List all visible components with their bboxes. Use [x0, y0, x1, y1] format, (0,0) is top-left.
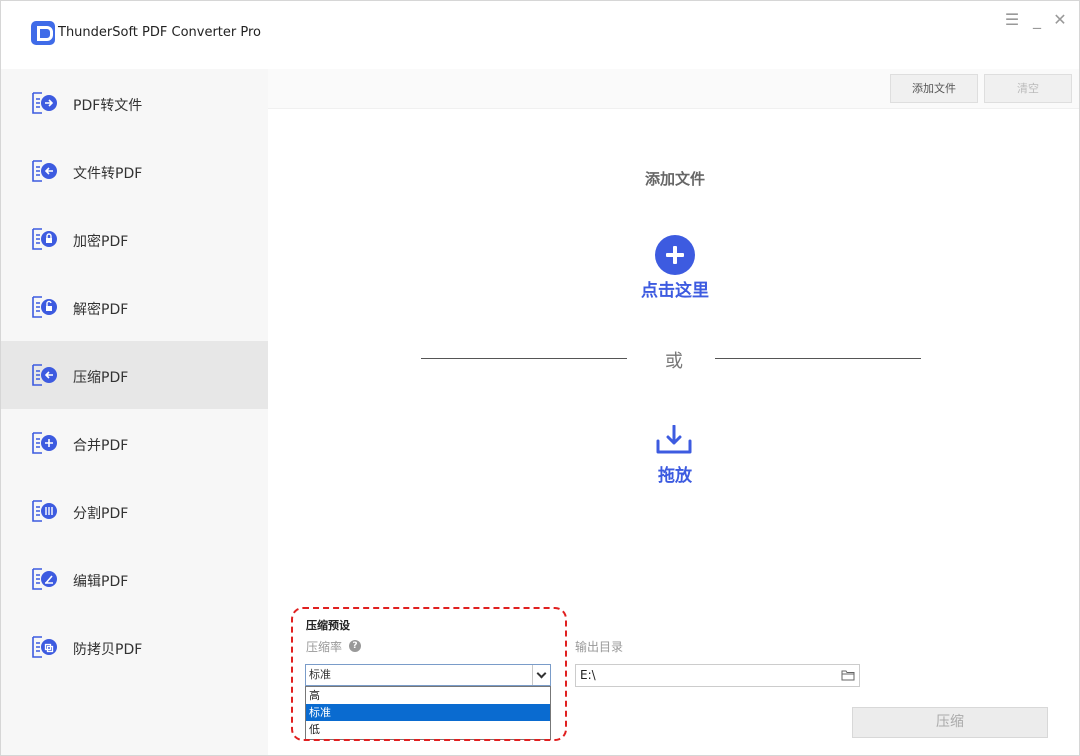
sidebar-item-label: PDF转文件 — [73, 98, 143, 114]
sidebar-item-label: 分割PDF — [73, 506, 129, 522]
highlight-annotation — [291, 607, 567, 741]
sidebar-item-pdf-to-file[interactable]: PDF转文件 — [1, 69, 268, 137]
merge-icon — [32, 432, 57, 454]
sidebar-item-file-to-pdf[interactable]: 文件转PDF — [1, 137, 268, 205]
compress-icon — [32, 364, 57, 386]
sidebar-item-label: 加密PDF — [73, 234, 129, 250]
sidebar-item-label: 解密PDF — [73, 302, 129, 318]
app-title: ThunderSoft PDF Converter Pro — [58, 25, 261, 40]
compress-button[interactable]: 压缩 — [852, 707, 1048, 738]
file-export-icon — [32, 92, 57, 114]
sidebar-item-label: 编辑PDF — [73, 574, 129, 590]
click-here-link[interactable]: 点击这里 — [601, 276, 749, 301]
minimize-icon[interactable]: _ — [1028, 11, 1046, 29]
sidebar-item-label: 压缩PDF — [73, 370, 129, 386]
sidebar-item-copy-protect-pdf[interactable]: 防拷贝PDF — [1, 613, 268, 681]
drag-drop-label: 拖放 — [658, 466, 692, 486]
output-directory-label: 输出目录 — [575, 640, 624, 654]
app-logo-icon — [31, 21, 55, 45]
sidebar-item-label: 文件转PDF — [73, 166, 143, 182]
sidebar: PDF转文件 文件转PDF 加密PDF 解密PDF 压缩PDF 合并PDF 分割… — [1, 69, 268, 755]
sidebar-item-merge-pdf[interactable]: 合并PDF — [1, 409, 268, 477]
divider-left — [421, 358, 627, 359]
or-separator: 或 — [665, 351, 683, 372]
folder-icon[interactable] — [841, 669, 855, 681]
clear-button[interactable]: 清空 — [984, 74, 1072, 103]
unlock-icon — [32, 296, 57, 318]
lock-icon — [32, 228, 57, 250]
add-files-button[interactable]: 添加文件 — [890, 74, 978, 103]
split-icon — [32, 500, 57, 522]
sidebar-item-encrypt-pdf[interactable]: 加密PDF — [1, 205, 268, 273]
sidebar-item-edit-pdf[interactable]: 编辑PDF — [1, 545, 268, 613]
title-bar: ThunderSoft PDF Converter Pro ☰ _ ✕ — [1, 1, 1079, 69]
file-import-icon — [32, 160, 57, 182]
sidebar-item-label: 合并PDF — [73, 438, 129, 454]
drag-drop-icon — [656, 425, 692, 454]
divider-right — [715, 358, 921, 359]
copy-protect-icon — [32, 636, 57, 658]
sidebar-item-label: 防拷贝PDF — [73, 642, 143, 658]
toolbar: 添加文件 清空 — [268, 69, 1079, 109]
sidebar-item-compress-pdf[interactable]: 压缩PDF — [1, 341, 268, 409]
menu-icon[interactable]: ☰ — [1003, 11, 1021, 29]
output-directory-input[interactable]: E:\ — [575, 664, 860, 687]
edit-icon — [32, 568, 57, 590]
app-window: ThunderSoft PDF Converter Pro ☰ _ ✕ PDF转… — [0, 0, 1080, 756]
sidebar-item-decrypt-pdf[interactable]: 解密PDF — [1, 273, 268, 341]
add-files-heading: 添加文件 — [644, 170, 705, 188]
close-icon[interactable]: ✕ — [1051, 11, 1069, 29]
add-plus-icon[interactable] — [655, 235, 695, 275]
sidebar-item-split-pdf[interactable]: 分割PDF — [1, 477, 268, 545]
